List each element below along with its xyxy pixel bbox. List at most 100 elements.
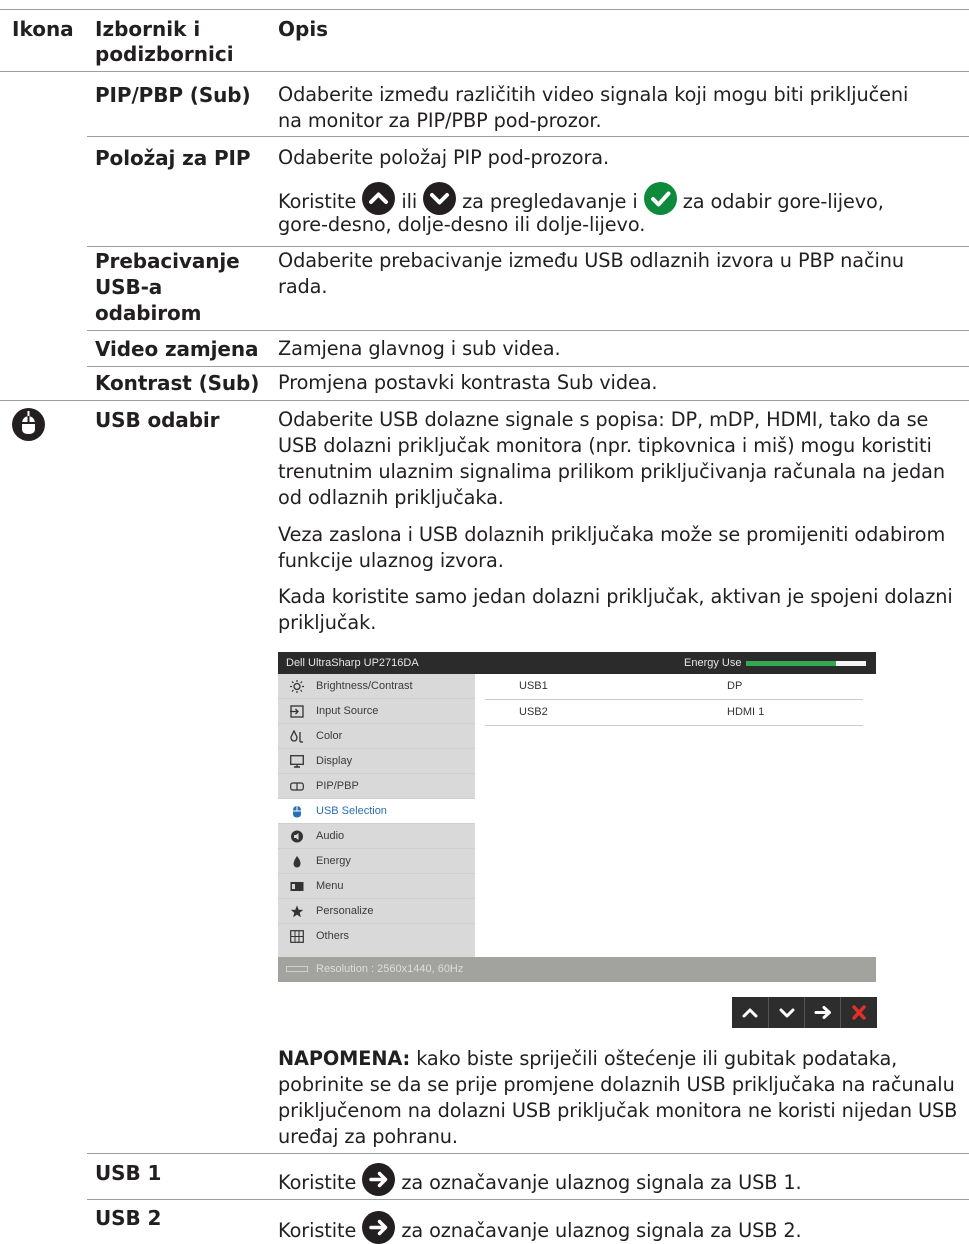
rule-header (0, 71, 969, 72)
check-icon (643, 182, 677, 215)
row-pip-pos-desc2: Koristite ili za pregledavanje i za odab… (278, 182, 968, 215)
osd-item-color[interactable]: Color (278, 724, 475, 749)
right-arrow-icon (814, 1006, 831, 1019)
close-button[interactable] (840, 997, 877, 1028)
osd-item-label: Menu (316, 880, 344, 892)
osd-item-label: Display (316, 755, 353, 767)
resolution-icon (286, 966, 308, 972)
osd-header: Dell UltraSharp UP2716DA Energy Use (278, 652, 876, 674)
osd-footer: Resolution : 2560x1440, 60Hz (278, 957, 876, 982)
energy-icon (293, 856, 301, 868)
osd-item-label: Input Source (316, 705, 379, 717)
osd-item-usb-selection[interactable]: USB Selection (278, 799, 475, 824)
osd-item-label: PIP/PBP (316, 780, 359, 792)
rule-row5 (0, 400, 969, 401)
osd-item-menu[interactable]: Menu (278, 874, 475, 899)
rule-row6 (87, 1153, 969, 1154)
others-icon (290, 930, 304, 943)
up-button[interactable] (732, 997, 768, 1028)
osd-button-bar (732, 997, 877, 1028)
right-arrow-icon (362, 1211, 396, 1244)
down-button[interactable] (768, 997, 805, 1028)
row-usb2-desc: Koristite za označavanje ulaznog signala… (278, 1211, 968, 1244)
rule-top (0, 9, 969, 10)
row-pip-pos-desc1: Odaberite položaj PIP pod-prozora. (278, 146, 610, 169)
osd-setting-usb1[interactable]: USB1 DP (485, 674, 863, 700)
right-arrow-icon (362, 1163, 396, 1196)
usb2-desc-text: za označavanje ulaznog signala za USB 2. (401, 1219, 802, 1242)
osd-item-pip-pbp[interactable]: PIP/PBP (278, 774, 475, 799)
osd-energy-fill (746, 661, 836, 666)
header-icon-col: Ikona (12, 17, 74, 41)
sun-icon (290, 680, 304, 693)
display-icon (290, 755, 304, 768)
row-usb2-name: USB 2 (95, 1206, 162, 1230)
osd-item-energy[interactable]: Energy (278, 849, 475, 874)
osd-setting-key: USB2 (519, 706, 548, 718)
row-usb-sel-p1: Odaberite USB dolazne signale s popisa: … (278, 408, 945, 509)
osd-item-label: USB Selection (316, 805, 387, 817)
osd-energy-bar (746, 661, 866, 666)
pregledavanje-text: za pregledavanje i (462, 190, 638, 213)
row-video-swap-desc: Zamjena glavnog i sub videa. (278, 337, 561, 360)
osd-energy-remaining (836, 661, 866, 666)
row-contrast-sub-name: Kontrast (Sub) (95, 371, 260, 395)
osd-item-label: Color (316, 730, 343, 742)
osd-item-label: Others (316, 930, 350, 942)
osd-item-label: Energy (316, 855, 351, 867)
osd-item-label: Personalize (316, 905, 374, 917)
rule-row7 (87, 1199, 969, 1200)
row-usb-switch-desc: Odaberite prebacivanje između USB odlazn… (278, 249, 905, 298)
osd-item-label: Brightness/Contrast (316, 680, 413, 692)
osd-setting-value: DP (727, 680, 743, 692)
up-icon (742, 1008, 758, 1018)
osd-title: Dell UltraSharp UP2716DA (286, 657, 419, 669)
usb-mouse-icon (293, 806, 301, 818)
osd-menu-list: Brightness/Contrast Input Source Color D… (278, 674, 475, 957)
row-usb-sel-p2: Veza zaslona i USB dolaznih priključaka … (278, 523, 946, 572)
koristite-text: Koristite (278, 190, 357, 213)
osd-settings-panel: USB1 DP USB2 HDMI 1 (475, 674, 876, 957)
osd-item-personalize[interactable]: Personalize (278, 899, 475, 924)
rule-row1 (87, 136, 969, 137)
down-icon (423, 182, 457, 215)
osd-item-display[interactable]: Display (278, 749, 475, 774)
osd-menu-screenshot: Dell UltraSharp UP2716DA Energy Use Brig… (278, 652, 876, 982)
rule-row4 (87, 366, 969, 367)
right-button[interactable] (804, 997, 841, 1028)
row-usb1-desc: Koristite za označavanje ulaznog signala… (278, 1163, 968, 1196)
header-desc-col: Opis (278, 17, 329, 41)
row-pip-sub-name: PIP/PBP (Sub) (95, 83, 251, 107)
osd-setting-value: HDMI 1 (727, 706, 765, 718)
speaker-icon (291, 830, 303, 843)
osd-item-others[interactable]: Others (278, 924, 475, 949)
usb1-koristite: Koristite (278, 1171, 357, 1194)
usb-mouse-icon (12, 408, 45, 441)
osd-item-input-source[interactable]: Input Source (278, 699, 475, 724)
rule-row2 (87, 246, 969, 247)
row-pip-pos-name: Položaj za PIP (95, 146, 251, 170)
star-icon (290, 905, 304, 918)
osd-energy-label: Energy Use (684, 657, 742, 669)
pip-icon (290, 782, 304, 791)
osd-setting-key: USB1 (519, 680, 548, 692)
down-icon (779, 1008, 795, 1018)
osd-setting-usb2[interactable]: USB2 HDMI 1 (485, 700, 863, 726)
osd-item-brightness-contrast[interactable]: Brightness/Contrast (278, 674, 475, 699)
row-usb-sel-name: USB odabir (95, 408, 220, 432)
menu-icon (290, 882, 304, 891)
usb2-koristite: Koristite (278, 1219, 357, 1242)
rule-row3 (87, 330, 969, 331)
input-icon (290, 705, 304, 718)
osd-item-audio[interactable]: Audio (278, 824, 475, 849)
odabir-text: za odabir gore-lijevo, (682, 190, 884, 213)
color-icon (290, 730, 303, 743)
up-icon (362, 182, 396, 215)
ili-text: ili (401, 190, 418, 213)
header-menu-col: Izbornik i podizbornici (95, 17, 234, 66)
osd-item-label: Audio (316, 830, 345, 842)
note-label: NAPOMENA: (278, 1047, 411, 1070)
row-contrast-sub-desc: Promjena postavki kontrasta Sub videa. (278, 371, 658, 394)
osd-resolution: Resolution : 2560x1440, 60Hz (316, 963, 464, 975)
usb1-desc-text: za označavanje ulaznog signala za USB 1. (401, 1171, 802, 1194)
